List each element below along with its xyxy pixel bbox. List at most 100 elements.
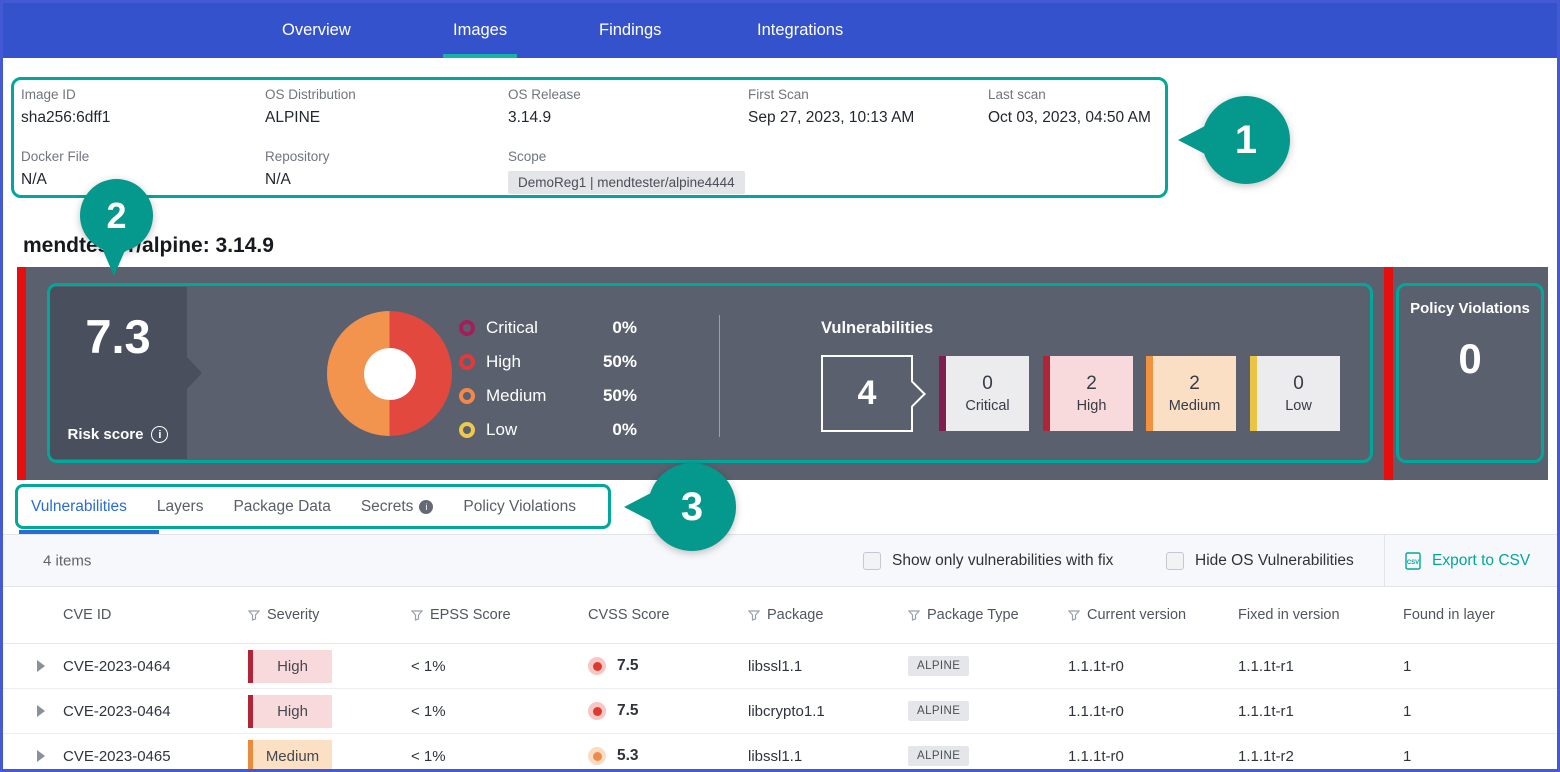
field-image-id: Image ID sha256:6dff1 [21, 87, 110, 127]
field-os-release: OS Release 3.14.9 [508, 87, 581, 127]
policy-violations-box: Policy Violations 0 [1396, 283, 1544, 463]
container-image-security-page: Overview Images Findings Integrations Im… [0, 0, 1560, 772]
tab-secrets[interactable]: Secrets i [361, 498, 434, 516]
header-cve-id: CVE ID [63, 607, 248, 623]
cell-fixed-in-version: 1.1.1t-r1 [1238, 703, 1403, 720]
legend-label: High [486, 352, 603, 372]
expand-chevron-icon[interactable] [37, 705, 45, 717]
low-dot-icon [459, 422, 475, 438]
filter-icon[interactable] [908, 610, 920, 621]
tab-label: Vulnerabilities [31, 498, 127, 516]
callout-tail-icon [624, 493, 651, 521]
table-header: CVE ID Severity EPSS Score CVSS Score Pa… [3, 587, 1557, 644]
tab-policy-violations[interactable]: Policy Violations [463, 498, 576, 516]
callout-number: 1 [1235, 118, 1257, 163]
severity-badge: Medium [248, 740, 332, 772]
severity-badge: High [248, 695, 332, 728]
divider [1384, 535, 1385, 586]
cvss-value: 7.5 [617, 702, 639, 720]
nav-tab-label: Overview [282, 21, 351, 39]
cell-package: libssl1.1 [748, 658, 908, 675]
cell-cvss: 7.5 [588, 657, 748, 675]
policy-violations-label: Policy Violations [1399, 300, 1541, 317]
cvss-value: 7.5 [617, 657, 639, 675]
header-fixed-in-version: Fixed in version [1238, 607, 1403, 623]
tab-label: Secrets [361, 498, 414, 516]
package-type-badge: ALPINE [908, 656, 969, 676]
filter-icon[interactable] [1068, 610, 1080, 621]
header-label: CVE ID [63, 607, 111, 623]
cell-found-in-layer: 1 [1403, 703, 1557, 720]
cell-cvss: 5.3 [588, 747, 748, 765]
active-tab-underline [443, 54, 517, 58]
nav-tab-label: Images [453, 21, 507, 39]
top-nav: Overview Images Findings Integrations [3, 3, 1557, 58]
header-found-in-layer: Found in layer [1403, 607, 1557, 623]
cell-package: libssl1.1 [748, 748, 908, 765]
risk-banner: 7.3 Risk score i Critical 0% High 50% [17, 267, 1548, 480]
field-value: Oct 03, 2023, 04:50 AM [988, 109, 1151, 127]
legend-percent: 50% [603, 352, 637, 372]
header-label: CVSS Score [588, 607, 669, 623]
show-only-fix-option: Show only vulnerabilities with fix [863, 552, 1113, 570]
risk-score-value: 7.3 [49, 309, 187, 364]
field-value: Sep 27, 2023, 10:13 AM [748, 109, 914, 127]
export-csv-button[interactable]: CSV Export to CSV [1403, 551, 1530, 571]
nav-tab-images[interactable]: Images [447, 3, 513, 58]
checkbox-hide-os[interactable] [1166, 552, 1184, 570]
tab-layers[interactable]: Layers [157, 498, 204, 516]
header-current-version: Current version [1068, 607, 1238, 623]
cell-epss: < 1% [411, 658, 588, 675]
filter-icon[interactable] [748, 610, 760, 621]
field-label: OS Distribution [265, 87, 356, 102]
expand-chevron-icon[interactable] [37, 750, 45, 762]
cell-current-version: 1.1.1t-r0 [1068, 703, 1238, 720]
field-label: Repository [265, 149, 330, 164]
table-toolbar: 4 items Show only vulnerabilities with f… [3, 534, 1557, 587]
table-row: CVE-2023-0465 Medium < 1% 5.3 libssl1.1 … [3, 734, 1557, 772]
field-first-scan: First Scan Sep 27, 2023, 10:13 AM [748, 87, 914, 127]
legend-percent: 50% [603, 386, 637, 406]
legend-label: Medium [486, 386, 603, 406]
filter-icon[interactable] [248, 610, 260, 621]
cvss-severity-dot-icon [588, 747, 606, 765]
severity-count: 2 [1189, 373, 1200, 395]
expand-chevron-icon[interactable] [37, 660, 45, 672]
policy-violations-count: 0 [1399, 335, 1541, 383]
legend-row-critical: Critical 0% [459, 311, 637, 345]
nav-tab-overview[interactable]: Overview [276, 3, 357, 58]
checkbox-show-only-fix[interactable] [863, 552, 881, 570]
nav-tab-findings[interactable]: Findings [593, 3, 667, 58]
medium-dot-icon [459, 388, 475, 404]
export-csv-label: Export to CSV [1432, 552, 1530, 570]
field-value: 3.14.9 [508, 109, 581, 127]
tab-label: Package Data [233, 498, 330, 516]
field-label: Scope [508, 149, 745, 164]
scope-badge: DemoReg1 | mendtester/alpine4444 [508, 171, 745, 194]
severity-box-critical: 0 Critical [939, 356, 1029, 431]
severity-count: 0 [1293, 373, 1304, 395]
severity-label: High [1077, 398, 1107, 414]
nav-tab-integrations[interactable]: Integrations [751, 3, 849, 58]
filter-icon[interactable] [411, 610, 423, 621]
field-label: Image ID [21, 87, 110, 102]
header-severity: Severity [248, 607, 411, 623]
page-title: mendtester/alpine: 3.14.9 [23, 234, 274, 258]
cell-fixed-in-version: 1.1.1t-r2 [1238, 748, 1403, 765]
checkbox-label: Show only vulnerabilities with fix [892, 552, 1113, 570]
severity-label: Low [1285, 398, 1312, 414]
header-label: Severity [267, 607, 319, 623]
field-label: Last scan [988, 87, 1151, 102]
tab-vulnerabilities[interactable]: Vulnerabilities [31, 498, 127, 516]
cell-fixed-in-version: 1.1.1t-r1 [1238, 658, 1403, 675]
severity-label: Critical [965, 398, 1009, 414]
field-value: ALPINE [265, 109, 356, 127]
info-icon[interactable]: i [151, 426, 168, 443]
total-vulnerabilities-box: 4 [821, 355, 913, 432]
cell-package: libcrypto1.1 [748, 703, 908, 720]
tab-package-data[interactable]: Package Data [233, 498, 330, 516]
header-label: EPSS Score [430, 607, 511, 623]
total-vulnerabilities-count: 4 [858, 374, 877, 413]
field-os-distribution: OS Distribution ALPINE [265, 87, 356, 127]
severity-box-low: 0 Low [1250, 356, 1340, 431]
